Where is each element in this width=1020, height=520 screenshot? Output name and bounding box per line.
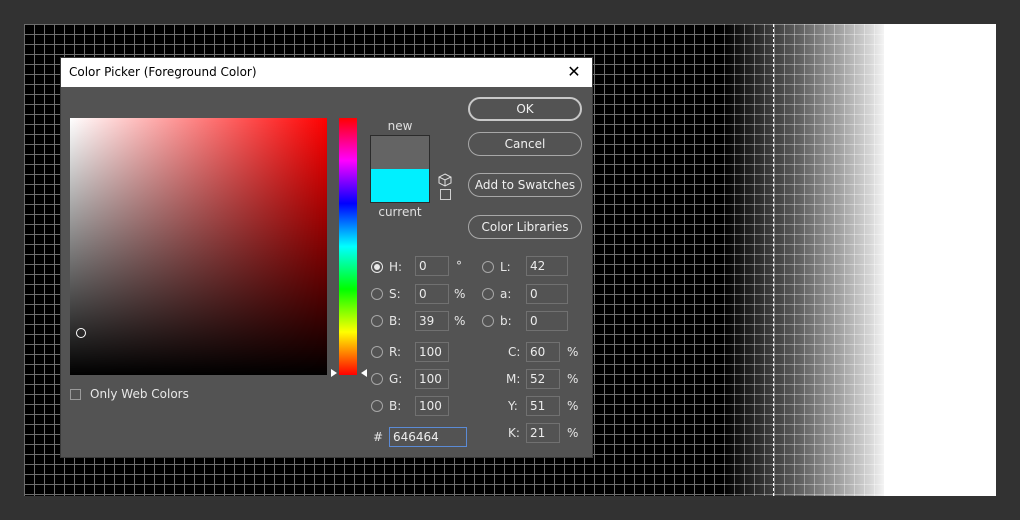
cyan-input[interactable]: 60 <box>526 342 560 362</box>
brightness-radio[interactable] <box>371 315 383 327</box>
red-radio[interactable] <box>371 346 383 358</box>
hue-slider-left-arrow-icon[interactable] <box>331 369 337 377</box>
color-picker-dialog: Color Picker (Foreground Color) ✕ Only W… <box>60 57 593 458</box>
hex-color-input[interactable]: 646464 <box>389 427 467 447</box>
saturation-input[interactable]: 0 <box>415 284 449 304</box>
hue-input[interactable]: 0 <box>415 256 449 276</box>
lab-a-label: a: <box>500 287 512 301</box>
out-of-gamut-cube-icon[interactable] <box>438 173 452 187</box>
lab-l-radio[interactable] <box>482 261 494 273</box>
brightness-unit: % <box>454 314 466 328</box>
lab-a-input[interactable]: 0 <box>526 284 568 304</box>
green-input[interactable]: 100 <box>415 369 449 389</box>
saturation-label: S: <box>389 287 401 301</box>
yellow-label: Y: <box>508 399 518 413</box>
cancel-button[interactable]: Cancel <box>468 132 582 156</box>
ok-button[interactable]: OK <box>468 97 582 121</box>
blue-label: B: <box>389 399 402 413</box>
lab-b-label: b: <box>500 314 512 328</box>
lab-a-radio[interactable] <box>482 288 494 300</box>
lab-l-input[interactable]: 42 <box>526 256 568 276</box>
current-color-swatch[interactable] <box>371 169 429 202</box>
guide-line[interactable] <box>773 24 774 496</box>
hue-label: H: <box>389 260 403 274</box>
dialog-titlebar[interactable]: Color Picker (Foreground Color) ✕ <box>61 58 592 87</box>
hue-radio[interactable] <box>371 261 383 273</box>
canvas-gradient-grid <box>724 24 884 496</box>
only-web-colors-label: Only Web Colors <box>90 387 189 401</box>
lab-b-input[interactable]: 0 <box>526 311 568 331</box>
hex-hash-label: # <box>373 430 384 444</box>
saturation-radio[interactable] <box>371 288 383 300</box>
color-picker-ring[interactable] <box>76 328 86 338</box>
cyan-label: C: <box>508 345 521 359</box>
green-label: G: <box>389 372 403 386</box>
saturation-unit: % <box>454 287 466 301</box>
magenta-label: M: <box>506 372 521 386</box>
color-swatch-preview <box>370 135 430 203</box>
hue-unit: ° <box>456 259 462 273</box>
only-web-colors-checkbox[interactable] <box>70 389 81 400</box>
magenta-unit: % <box>567 372 579 386</box>
cyan-unit: % <box>567 345 579 359</box>
brightness-label: B: <box>389 314 402 328</box>
green-radio[interactable] <box>371 373 383 385</box>
red-input[interactable]: 100 <box>415 342 449 362</box>
black-label: K: <box>508 426 520 440</box>
blue-input[interactable]: 100 <box>415 396 449 416</box>
blue-radio[interactable] <box>371 400 383 412</box>
yellow-unit: % <box>567 399 579 413</box>
add-to-swatches-button[interactable]: Add to Swatches <box>468 173 582 197</box>
new-color-swatch <box>371 136 429 169</box>
lab-l-label: L: <box>500 260 511 274</box>
hue-slider-right-arrow-icon[interactable] <box>361 369 367 377</box>
saturation-brightness-field[interactable] <box>70 118 327 375</box>
black-input[interactable]: 21 <box>526 423 560 443</box>
red-label: R: <box>389 345 402 359</box>
web-safe-color-swatch[interactable] <box>440 189 451 200</box>
new-color-label: new <box>387 119 413 133</box>
magenta-input[interactable]: 52 <box>526 369 560 389</box>
dialog-title: Color Picker (Foreground Color) <box>69 65 257 79</box>
brightness-input[interactable]: 39 <box>415 311 449 331</box>
close-icon[interactable]: ✕ <box>564 62 584 82</box>
color-libraries-button[interactable]: Color Libraries <box>468 215 582 239</box>
current-color-label: current <box>378 205 422 219</box>
yellow-input[interactable]: 51 <box>526 396 560 416</box>
hue-slider[interactable] <box>339 118 357 375</box>
lab-b-radio[interactable] <box>482 315 494 327</box>
canvas-white-area <box>884 24 996 496</box>
black-unit: % <box>567 426 579 440</box>
